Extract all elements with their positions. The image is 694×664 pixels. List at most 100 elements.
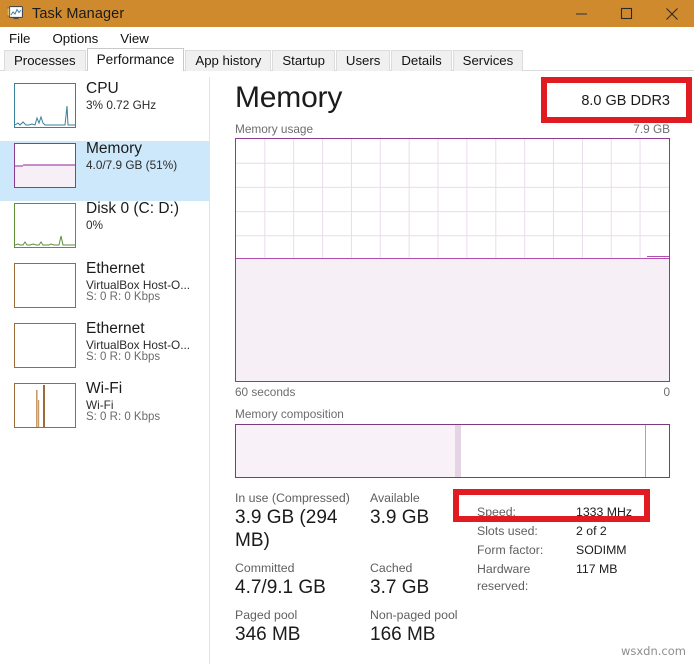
spec-row-hardware-reserved: Hardware reserved: 117 MB <box>477 561 670 595</box>
spec-row-speed: Speed: 1333 MHz <box>477 504 670 521</box>
tab-performance[interactable]: Performance <box>86 48 185 71</box>
composition-segment-free <box>646 425 669 477</box>
usage-line-endcap <box>647 255 669 261</box>
sidebar-item-ethernet-1-sub: VirtualBox Host-O... <box>86 277 191 292</box>
stat-available: Available <box>370 491 467 506</box>
menu-item-file[interactable]: File <box>9 31 30 46</box>
memory-specs-list: Speed: 1333 MHz Slots used: 2 of 2 Form … <box>467 491 670 655</box>
memory-stats: In use (Compressed) Available 3.9 GB (29… <box>235 491 670 655</box>
memory-usage-fill-area <box>236 255 669 381</box>
stat-committed: Committed <box>235 561 370 576</box>
sidebar-item-ethernet-2-name: Ethernet <box>86 320 145 337</box>
sidebar-item-ethernet-1[interactable]: Ethernet VirtualBox Host-O... S: 0 R: 0 … <box>0 261 210 321</box>
cpu-mini-graph <box>14 83 76 128</box>
sidebar-item-cpu-text: CPU 3% 0.72 GHz <box>86 81 156 111</box>
spec-form-factor-key: Form factor: <box>477 543 544 557</box>
stat-non-paged-pool-label: Non-paged pool <box>370 608 458 622</box>
stat-committed-value: 4.7/9.1 GB <box>235 577 326 598</box>
stat-committed-label: Committed <box>235 561 295 575</box>
menu-bar: File Options View <box>0 27 694 49</box>
memory-usage-graph <box>235 138 670 382</box>
composition-segment-in-use <box>236 425 455 477</box>
sidebar-item-wifi-text: Wi-Fi Wi-Fi S: 0 R: 0 Kbps <box>86 381 160 424</box>
stat-in-use: In use (Compressed) <box>235 491 370 506</box>
sidebar-item-cpu[interactable]: CPU 3% 0.72 GHz <box>0 81 210 141</box>
stat-cached: Cached <box>370 561 467 576</box>
stat-in-use-label: In use (Compressed) <box>235 491 350 505</box>
spec-speed-key: Speed: <box>477 505 516 519</box>
stat-paged-pool: Paged pool <box>235 608 370 623</box>
sidebar-item-wifi-rate: S: 0 R: 0 Kbps <box>86 410 161 423</box>
minimize-button[interactable] <box>559 0 604 27</box>
ethernet-2-mini-graph <box>14 323 76 368</box>
stat-available-value: 3.9 GB <box>370 507 430 528</box>
stat-non-paged-pool: Non-paged pool <box>370 608 467 623</box>
window-controls <box>559 0 694 27</box>
memory-spec-summary: 8.0 GB DDR3 <box>581 93 670 109</box>
menu-item-options[interactable]: Options <box>52 31 98 46</box>
tab-startup[interactable]: Startup <box>272 50 335 71</box>
spec-hardware-reserved-key: Hardware reserved: <box>477 562 531 593</box>
spec-slots-used-key: Slots used: <box>477 524 538 538</box>
sidebar-item-ethernet-1-text: Ethernet VirtualBox Host-O... S: 0 R: 0 … <box>86 261 190 304</box>
usage-graph-caption-row: Memory usage 7.9 GB <box>235 122 670 136</box>
tab-strip: Processes Performance App history Startu… <box>0 48 694 71</box>
resource-sidebar: CPU 3% 0.72 GHz Memory 4.0/7.9 GB (51%) <box>0 71 210 664</box>
stat-in-use-value: 3.9 GB (294 MB) <box>235 507 338 551</box>
title-bar: Task Manager <box>0 0 694 27</box>
performance-detail-panel: Memory 8.0 GB DDR3 Memory usage 7.9 GB 6… <box>210 71 694 664</box>
tab-details[interactable]: Details <box>391 50 452 71</box>
sidebar-item-cpu-sub: 3% 0.72 GHz <box>86 97 157 112</box>
page-title: Memory <box>235 81 343 114</box>
wifi-mini-graph <box>14 383 76 428</box>
watermark: wsxdn.com <box>620 644 686 658</box>
sidebar-item-ethernet-2-rate: S: 0 R: 0 Kbps <box>86 350 161 363</box>
memory-stats-left: In use (Compressed) Available 3.9 GB (29… <box>235 491 467 655</box>
spec-form-factor-value: SODIMM <box>576 543 627 557</box>
spec-slots-used-value: 2 of 2 <box>576 524 607 538</box>
stat-cached-label: Cached <box>370 561 413 575</box>
stat-non-paged-pool-value: 166 MB <box>370 624 436 645</box>
disk-mini-graph <box>14 203 76 248</box>
ethernet-1-mini-graph <box>14 263 76 308</box>
close-button[interactable] <box>649 0 694 27</box>
window-title: Task Manager <box>32 5 125 22</box>
tab-app-history[interactable]: App history <box>185 50 272 71</box>
sidebar-item-wifi-sub: Wi-Fi <box>86 397 114 412</box>
menu-item-view[interactable]: View <box>120 31 149 46</box>
memory-composition-bar[interactable] <box>235 424 670 478</box>
sidebar-item-wifi[interactable]: Wi-Fi Wi-Fi S: 0 R: 0 Kbps <box>0 381 210 441</box>
maximize-button[interactable] <box>604 0 649 27</box>
memory-composition-caption: Memory composition <box>235 407 344 421</box>
sidebar-item-cpu-name: CPU <box>86 80 119 97</box>
stat-paged-pool-value: 346 MB <box>235 624 301 645</box>
usage-graph-caption: Memory usage <box>235 122 314 136</box>
stat-row-1-values: 3.9 GB (294 MB) 3.9 GB <box>235 506 467 561</box>
sidebar-item-memory-sub: 4.0/7.9 GB (51%) <box>86 157 178 172</box>
stat-paged-pool-label: Paged pool <box>235 608 298 622</box>
task-manager-icon <box>6 6 24 21</box>
composition-segment-standby <box>461 425 647 477</box>
sidebar-item-ethernet-1-rate: S: 0 R: 0 Kbps <box>86 290 161 303</box>
stat-row-2: Committed Cached <box>235 561 467 576</box>
usage-graph-axis-row: 60 seconds 0 <box>235 385 670 399</box>
sidebar-item-ethernet-2[interactable]: Ethernet VirtualBox Host-O... S: 0 R: 0 … <box>0 321 210 381</box>
stat-available-label: Available <box>370 491 420 505</box>
panel-header: Memory 8.0 GB DDR3 <box>235 71 670 115</box>
sidebar-item-memory-name: Memory <box>86 140 142 157</box>
usage-graph-max-label: 7.9 GB <box>633 122 670 136</box>
usage-graph-x-left-label: 60 seconds <box>235 385 296 399</box>
sidebar-item-ethernet-1-name: Ethernet <box>86 260 145 277</box>
sidebar-item-ethernet-2-sub: VirtualBox Host-O... <box>86 337 191 352</box>
tab-users[interactable]: Users <box>335 50 391 71</box>
stat-row-3-values: 346 MB 166 MB <box>235 623 467 655</box>
tab-services[interactable]: Services <box>452 50 524 71</box>
stat-row-2-values: 4.7/9.1 GB 3.7 GB <box>235 576 467 608</box>
tab-processes[interactable]: Processes <box>4 50 86 71</box>
content-area: CPU 3% 0.72 GHz Memory 4.0/7.9 GB (51%) <box>0 71 694 664</box>
sidebar-item-disk[interactable]: Disk 0 (C: D:) 0% <box>0 201 210 261</box>
spec-speed-value: 1333 MHz <box>576 505 633 519</box>
sidebar-item-memory[interactable]: Memory 4.0/7.9 GB (51%) <box>0 141 210 201</box>
spec-hardware-reserved-value: 117 MB <box>576 562 618 576</box>
usage-graph-x-right-label: 0 <box>663 385 670 399</box>
